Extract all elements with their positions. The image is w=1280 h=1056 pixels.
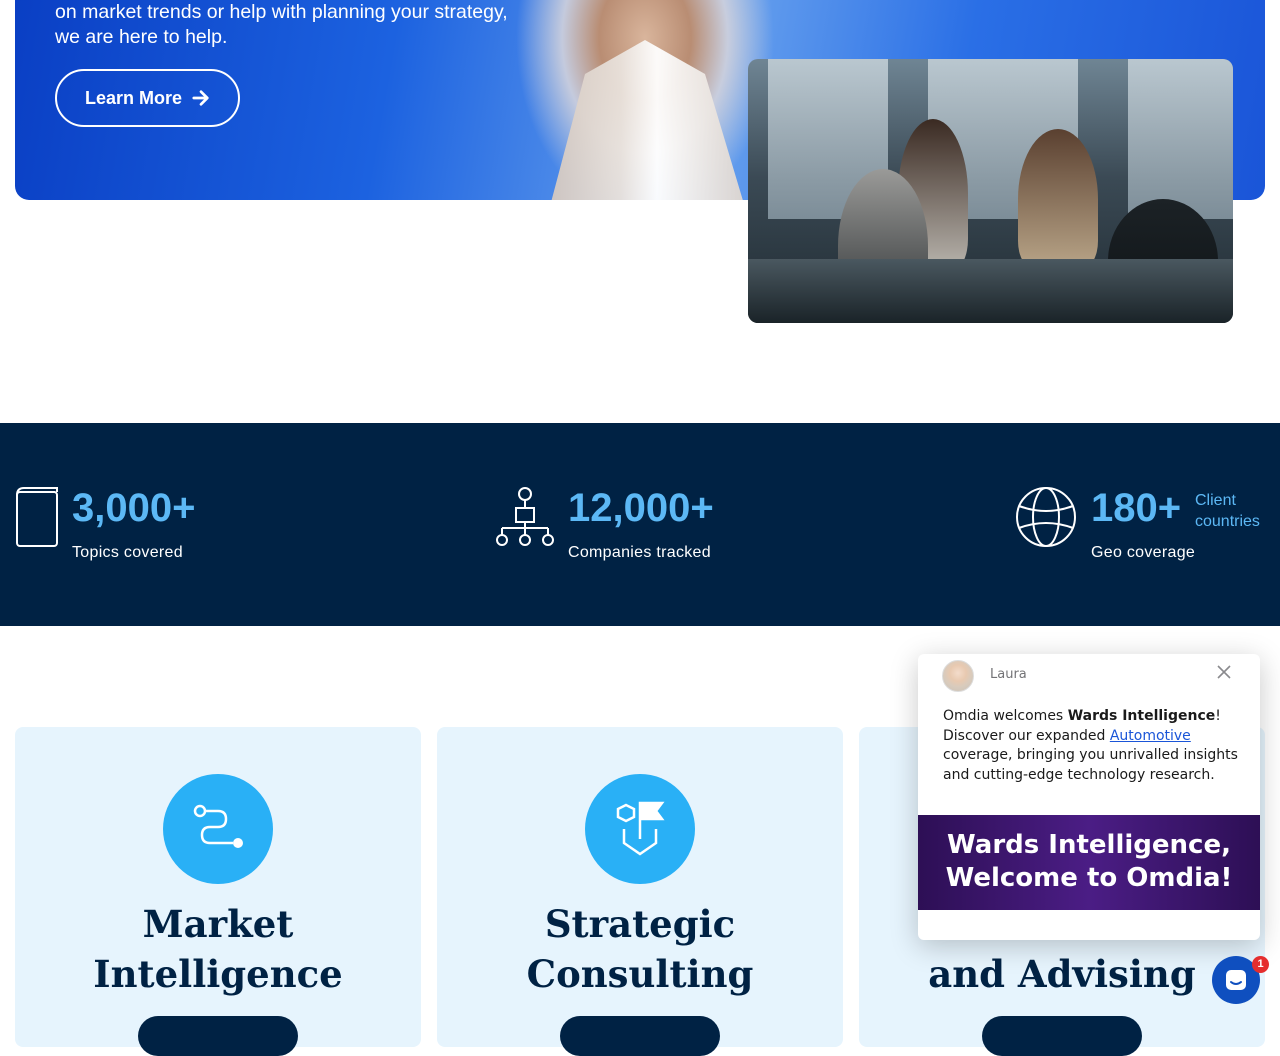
card-title: Strategic Consulting xyxy=(437,899,843,999)
chat-msg-after-bold: ! xyxy=(1215,708,1221,724)
book-icon xyxy=(16,487,58,547)
arrow-right-icon xyxy=(192,90,209,106)
card-title-line2: Intelligence xyxy=(93,952,343,996)
chat-message: Omdia welcomes Wards Intelligence! Disco… xyxy=(943,707,1238,785)
chat-agent-name: Laura xyxy=(990,667,1027,682)
card-icon-circle xyxy=(163,774,273,884)
banner-line2: Welcome to Omdia! xyxy=(945,863,1233,893)
banner-line1: Wards Intelligence, xyxy=(947,830,1231,860)
route-icon xyxy=(193,804,243,848)
stat-value: 12,000+ xyxy=(568,486,714,530)
hero-text: on market trends or help with planning y… xyxy=(55,0,535,50)
welcome-banner[interactable]: Wards Intelligence, Welcome to Omdia! xyxy=(918,815,1260,910)
stats-band: 3,000+ Topics covered 12,000+ Companies … xyxy=(0,423,1280,626)
chat-popup[interactable]: Laura Omdia welcomes Wards Intelligence!… xyxy=(918,654,1260,940)
card-title-line1: Strategic xyxy=(544,902,736,946)
stat-label: Topics covered xyxy=(72,544,183,561)
hero-text-line2: we are here to help. xyxy=(55,26,228,48)
stat-label: Geo coverage xyxy=(1091,544,1196,561)
card-title-line2: and Advising xyxy=(928,952,1196,996)
card-icon-circle xyxy=(585,774,695,884)
stat-value: 3,000+ xyxy=(72,486,196,530)
chat-msg-prefix: Omdia welcomes xyxy=(943,708,1068,724)
chat-msg-rest: coverage, bringing you unrivalled insigh… xyxy=(943,747,1238,783)
stat-companies: 12,000+ Companies tracked xyxy=(495,423,895,626)
card-title-line2: Consulting xyxy=(526,952,754,996)
card-button[interactable] xyxy=(982,1016,1142,1056)
shield-flag-icon xyxy=(616,801,665,856)
chat-msg-line2-prefix: Discover our expanded xyxy=(943,727,1110,744)
stat-side-line2: countries xyxy=(1195,513,1260,530)
stat-label: Companies tracked xyxy=(568,544,711,561)
card-market-intelligence[interactable]: Market Intelligence xyxy=(15,727,421,1056)
meeting-photo xyxy=(748,59,1233,323)
stat-side-label: Client countries xyxy=(1195,490,1260,532)
automotive-link[interactable]: Automotive xyxy=(1110,728,1191,744)
close-icon[interactable] xyxy=(1214,662,1234,682)
learn-more-button[interactable]: Learn More xyxy=(55,69,240,127)
card-button[interactable] xyxy=(560,1016,720,1056)
stat-side-line1: Client xyxy=(1195,492,1236,509)
stat-topics: 3,000+ Topics covered xyxy=(15,423,415,626)
card-button[interactable] xyxy=(138,1016,298,1056)
globe-icon xyxy=(1016,487,1076,547)
card-title: Market Intelligence xyxy=(15,899,421,999)
chat-icon xyxy=(1226,970,1246,990)
stat-geo: 180+ Client countries Geo coverage xyxy=(1015,423,1280,626)
hero-text-line1: on market trends or help with planning y… xyxy=(55,1,508,23)
avatar xyxy=(942,660,974,692)
learn-more-label: Learn More xyxy=(84,87,183,108)
org-chart-icon xyxy=(496,487,554,546)
chat-msg-bold: Wards Intelligence xyxy=(1067,708,1216,724)
stat-value: 180+ xyxy=(1091,486,1182,530)
card-title-line1: Market xyxy=(142,902,294,946)
notification-badge: 1 xyxy=(1252,956,1269,973)
card-strategic-consulting[interactable]: Strategic Consulting xyxy=(437,727,843,1056)
